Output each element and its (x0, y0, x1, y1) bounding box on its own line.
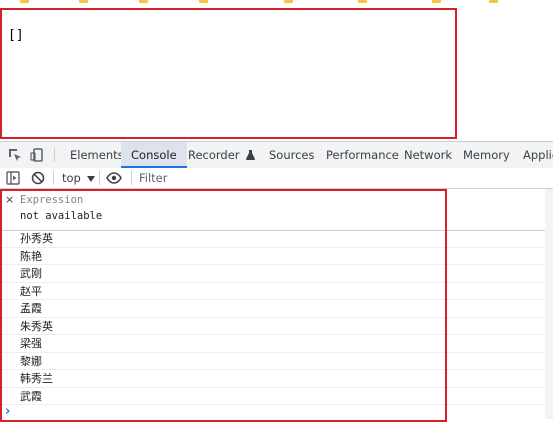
bookmark-folder-icon[interactable] (432, 0, 441, 3)
console-scrollbar[interactable] (545, 189, 553, 419)
console-log-entry: 朱秀英 (0, 318, 553, 335)
page-output-text: [] (8, 28, 24, 43)
devtools-tab-bar: Elements Console Recorder Sources Perfor… (0, 141, 553, 169)
tab-network[interactable]: Network (396, 142, 460, 168)
live-expression-panel: × not available (0, 189, 553, 231)
context-selector[interactable]: top (62, 170, 95, 186)
bookmark-folder-icon[interactable] (284, 0, 293, 3)
bookmark-folder-icon[interactable] (20, 0, 29, 3)
tab-recorder[interactable]: Recorder (180, 142, 263, 168)
console-log-entry: 梁强 (0, 335, 553, 353)
close-expression-icon[interactable]: × (5, 193, 14, 206)
tab-console[interactable]: Console (121, 142, 187, 168)
sidebar-toggle-icon[interactable] (6, 170, 20, 186)
bookmark-folder-icon[interactable] (139, 0, 148, 3)
toolbar-divider (54, 148, 55, 162)
toolbar-divider (131, 171, 132, 185)
bookmark-folder-icon[interactable] (199, 0, 208, 3)
console-log-entry: 孟霞 (0, 300, 553, 318)
console-log-entry: 武霞 (0, 388, 553, 405)
live-expression-input[interactable] (20, 192, 440, 207)
console-toolbar: top (0, 168, 553, 189)
bookmark-folder-icon[interactable] (489, 0, 498, 3)
toolbar-divider (53, 171, 54, 185)
tab-recorder-label: Recorder (188, 148, 240, 162)
live-expression-value: not available (20, 210, 103, 222)
tab-memory[interactable]: Memory (455, 142, 518, 168)
bookmark-folder-icon[interactable] (358, 0, 367, 3)
live-expression-eye-icon[interactable] (106, 170, 122, 186)
tab-sources[interactable]: Sources (260, 142, 324, 168)
clear-console-icon[interactable] (31, 170, 45, 186)
console-log-entry: 孙秀英 (0, 230, 553, 248)
console-log-entry: 武刚 (0, 265, 553, 283)
device-toolbar-icon[interactable] (29, 147, 45, 163)
page-viewport: [] (0, 6, 553, 140)
toolbar-divider (99, 171, 100, 185)
bookmark-folder-icon[interactable] (79, 0, 88, 3)
flask-icon (246, 143, 256, 169)
console-log-entry: 韩秀兰 (0, 370, 553, 388)
inspect-element-icon[interactable] (7, 147, 23, 163)
console-prompt-icon[interactable]: › (5, 404, 10, 419)
tab-performance[interactable]: Performance (318, 142, 407, 168)
tab-application[interactable]: Applica (515, 142, 553, 168)
dropdown-arrow-icon (86, 171, 95, 185)
console-log-entry: 黎娜 (0, 353, 553, 370)
console-filter-input[interactable] (135, 170, 553, 186)
console-log-entry: 赵平 (0, 283, 553, 300)
console-log-entry: 陈艳 (0, 248, 553, 265)
console-messages: 孙秀英 陈艳 武刚 赵平 孟霞 朱秀英 梁强 黎娜 韩秀兰 武霞 (0, 230, 553, 405)
context-selector-label: top (62, 171, 81, 185)
